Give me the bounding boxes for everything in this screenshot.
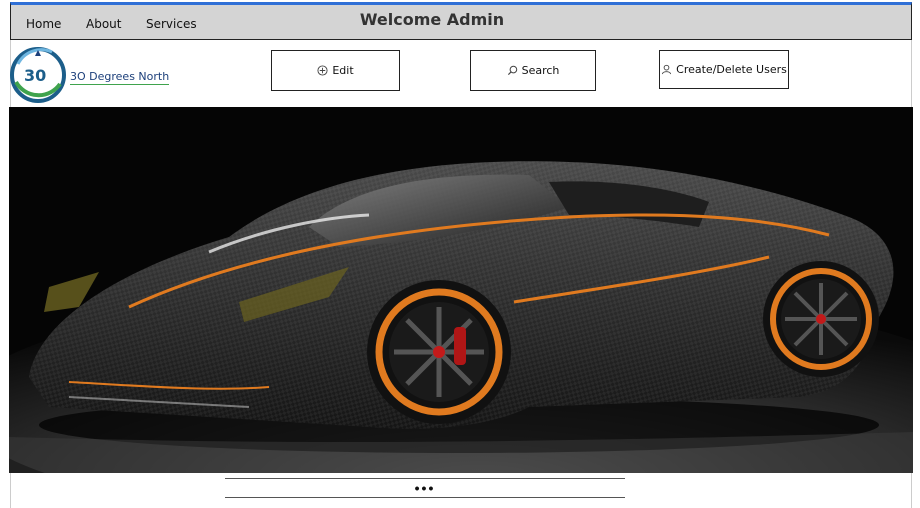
logo-text: 3O Degrees North: [70, 70, 170, 85]
logo-globe-icon: 30: [10, 47, 66, 103]
hero-image: [9, 107, 913, 473]
logo-badge-text: 30: [24, 66, 46, 85]
company-logo[interactable]: 30 3O Degrees North: [8, 44, 178, 104]
welcome-title: Welcome Admin: [359, 10, 505, 29]
carousel-top-divider: [225, 478, 625, 479]
hero-car-graphic: [9, 107, 913, 473]
edit-button-label: Edit: [332, 64, 354, 77]
top-nav-bar: Home About Services Welcome Admin: [10, 2, 912, 40]
users-button-label: Create/Delete Users: [676, 63, 787, 76]
edit-button[interactable]: Edit: [271, 50, 400, 91]
carousel-bottom-divider: [225, 497, 625, 498]
carousel-controls: •••: [10, 473, 912, 508]
carousel-indicator-dots[interactable]: •••: [225, 480, 625, 496]
search-icon: [507, 65, 517, 76]
user-icon: [662, 64, 672, 75]
search-button[interactable]: Search: [470, 50, 596, 91]
plus-circle-icon: [317, 65, 328, 76]
header-toolbar: 30 3O Degrees North Edit Search Create/D…: [10, 40, 912, 107]
search-button-label: Search: [521, 64, 560, 77]
create-delete-users-button[interactable]: Create/Delete Users: [659, 50, 789, 89]
